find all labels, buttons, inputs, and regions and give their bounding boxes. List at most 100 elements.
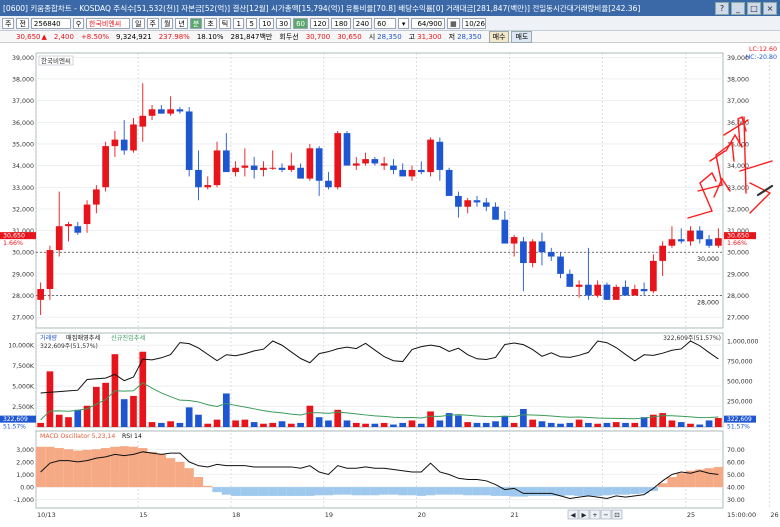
x-tick-label: 15 — [139, 511, 147, 519]
calendar-icon[interactable]: ▦ — [447, 17, 460, 29]
volume-tag-left-text: 322,609 — [3, 416, 28, 423]
volume-bar — [482, 422, 490, 427]
volume-bar — [640, 417, 648, 427]
volume-bar — [529, 419, 537, 427]
period-day[interactable]: 일 — [132, 17, 145, 29]
period-week[interactable]: 주 — [146, 17, 159, 29]
oscillator-bar — [472, 487, 482, 496]
legend-volume: 거래량 — [40, 334, 57, 342]
volume-tick-left: 10,000K — [8, 343, 35, 350]
y-tick-label-left: 36,000 — [12, 120, 34, 127]
chevron-down-icon[interactable]: ▾ — [398, 17, 410, 29]
sell-button[interactable]: 매도 — [511, 30, 533, 43]
oscillator-bar — [435, 487, 445, 495]
volume-bar — [687, 423, 694, 427]
candle-body — [148, 109, 156, 116]
oscillator-bar — [360, 487, 371, 496]
x-tick-label: 21 — [510, 511, 518, 519]
volume-bar — [510, 422, 518, 427]
current-price: 30,650 — [16, 32, 41, 41]
volume-bar — [269, 422, 277, 427]
volume-bar — [705, 420, 713, 427]
period-minute[interactable]: 분 — [189, 17, 203, 29]
candle-body — [445, 169, 453, 196]
minute-180[interactable]: 180 — [331, 17, 351, 29]
volume-bar — [371, 423, 379, 427]
oscillator-bar — [574, 487, 584, 496]
macd-tick-left: 3,000 — [16, 447, 34, 454]
minute-60[interactable]: 60 — [293, 17, 308, 29]
menu-button[interactable]: 주 — [2, 17, 15, 29]
nav-button-label: − — [603, 511, 608, 519]
candle-body — [111, 139, 119, 147]
oscillator-bar — [277, 487, 287, 496]
period-second[interactable]: 초 — [204, 17, 217, 29]
period-month[interactable]: 월 — [160, 17, 174, 29]
candle-body — [167, 109, 174, 114]
minute-5[interactable]: 5 — [246, 17, 258, 29]
volume-bar — [501, 416, 509, 427]
volume-bar — [241, 419, 249, 427]
oscillator-bar — [36, 446, 46, 488]
period-tick[interactable]: 틱 — [218, 17, 232, 29]
minimize-button[interactable]: _ — [731, 1, 745, 15]
buy-button[interactable]: 매수 — [488, 30, 510, 43]
minute-30[interactable]: 30 — [276, 17, 292, 29]
candle-body — [232, 167, 239, 173]
minute-10[interactable]: 10 — [259, 17, 275, 29]
candle-body — [176, 109, 184, 112]
oscillator-bar — [528, 487, 538, 496]
y-tick-label-left: 32,000 — [12, 206, 34, 213]
price-change: 2,400 — [53, 32, 74, 41]
volume-value: 9,324,921 — [116, 32, 152, 41]
minute-120[interactable]: 120 — [309, 17, 330, 29]
volume-bar — [222, 393, 230, 427]
volume-tick-right: 250,000 — [727, 399, 753, 406]
volume-bar — [362, 423, 369, 427]
nav-button-label: ▶ — [582, 511, 587, 519]
stock-code-input[interactable]: 256840 — [30, 17, 71, 29]
volume-bar — [575, 419, 583, 427]
oscillator-bar — [63, 449, 74, 488]
current-price-tag-left-text: 30,650 — [3, 233, 25, 240]
y-tick-label-right: 32,000 — [727, 206, 749, 213]
x-tick-label: 25 — [687, 511, 695, 519]
candle-body — [334, 133, 342, 188]
minute-1[interactable]: 1 — [233, 17, 245, 29]
macd-tick-left: 0.00 — [20, 485, 34, 492]
volume-bar — [148, 422, 156, 427]
volume-tick-right: 750,000 — [727, 359, 753, 366]
maximize-button[interactable]: □ — [747, 1, 761, 15]
search-icon[interactable]: ⚲ — [72, 17, 85, 29]
date-input[interactable]: 10/26 — [461, 17, 486, 29]
close-button[interactable]: × — [763, 1, 777, 15]
y-tick-label-left: 37,000 — [12, 98, 34, 105]
interval-select[interactable]: 60 — [374, 17, 397, 29]
oscillator-bar — [203, 485, 213, 488]
volume-bar — [520, 409, 527, 427]
volume-bar — [120, 399, 128, 427]
candle-body — [529, 241, 537, 264]
chart-canvas[interactable]: 27,000 27,000 28,000 28,000 29,000 29,000 30,0… — [0, 43, 780, 527]
candle-body — [566, 273, 574, 287]
candle-body — [93, 189, 100, 205]
volume-bar — [278, 421, 286, 427]
candle-body — [139, 115, 147, 127]
oscillator-bar — [453, 487, 464, 495]
stock-name-field[interactable]: 한국비엔씨 — [86, 17, 131, 29]
market-button[interactable]: 전 — [16, 17, 29, 29]
reference-label: 30,000 — [697, 256, 719, 263]
oscillator-bar — [175, 461, 185, 488]
period-year[interactable]: 년 — [175, 17, 188, 29]
high-value: 31,300 — [417, 32, 442, 41]
minute-240[interactable]: 240 — [352, 17, 373, 29]
y-tick-label-right: 38,000 — [727, 76, 749, 83]
volume-bar — [204, 423, 212, 427]
volume-bar — [464, 422, 472, 427]
count-input[interactable]: 64/900 — [411, 17, 446, 29]
candle-body — [427, 139, 434, 173]
volume-bar — [195, 414, 202, 427]
help-button[interactable]: ? — [715, 1, 729, 15]
macd-tick-left: 2,000 — [16, 459, 34, 466]
oscillator-bar — [45, 446, 55, 488]
